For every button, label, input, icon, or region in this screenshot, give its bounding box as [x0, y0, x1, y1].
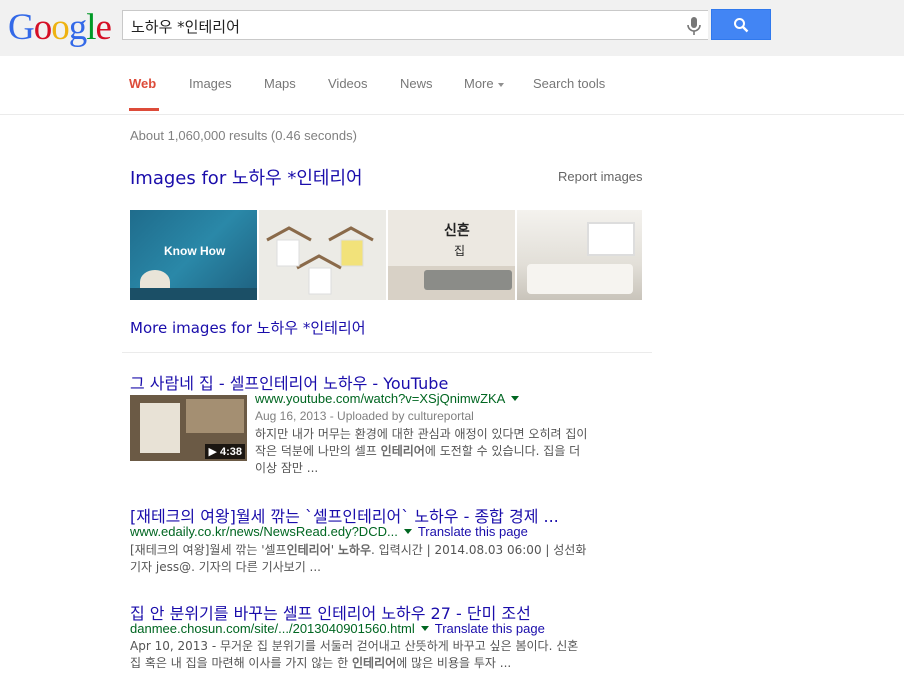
- result-url: www.youtube.com/watch?v=XSjQnimwZKA: [255, 391, 525, 406]
- translate-link[interactable]: Translate this page: [435, 621, 545, 636]
- search-box[interactable]: [122, 10, 708, 40]
- tab-more-label: More: [464, 76, 494, 91]
- snippet-line: 이상 잠만 ...: [255, 461, 319, 475]
- search-icon: [734, 18, 749, 33]
- dropdown-arrow-icon[interactable]: [511, 396, 520, 402]
- snippet-line: 작은 덕분에 나만의 셀프 인테리어에 도전할 수 있습니다. 집을 더: [255, 443, 655, 460]
- result-snippet: 하지만 내가 머무는 환경에 대한 관심과 애정이 있다면 오히려 집이 작은 …: [255, 426, 655, 477]
- thumbnail-caption: Know How: [164, 244, 226, 258]
- result-snippet: Apr 10, 2013 - 무거운 집 분위기를 서둘러 걷어내고 산뜻하게 …: [130, 638, 650, 672]
- more-images-link[interactable]: More images for 노하우 *인테리어: [130, 317, 366, 338]
- snippet-line: 집 혹은 내 집을 마련해 이사를 가지 않는 한 인테리어에 많은 비용을 투…: [130, 655, 650, 672]
- chevron-down-icon: [497, 82, 504, 87]
- tab-web[interactable]: Web: [129, 76, 156, 91]
- tab-images[interactable]: Images: [189, 76, 232, 91]
- active-tab-indicator: [129, 108, 159, 111]
- result-stats: About 1,060,000 results (0.46 seconds): [130, 128, 357, 143]
- search-tabs: Web Images Maps Videos News More Search …: [0, 56, 904, 115]
- report-images-link[interactable]: Report images: [558, 169, 643, 184]
- snippet-text: 에 많은 비용을 투자 ...: [396, 656, 512, 670]
- image-thumbnail[interactable]: [259, 210, 386, 300]
- sofa-shape: [424, 270, 512, 290]
- snippet-text: [재테크의 여왕]월세 깎는 '셀프: [130, 543, 287, 557]
- microphone-icon[interactable]: [684, 15, 704, 37]
- search-button[interactable]: [711, 9, 771, 40]
- tab-videos[interactable]: Videos: [328, 76, 368, 91]
- snippet-highlight: 인테리어: [380, 444, 425, 458]
- image-thumbnail[interactable]: [517, 210, 642, 300]
- snippet-highlight: 인테리어: [352, 656, 397, 670]
- thumbnail-floor: [130, 288, 257, 300]
- result-url: danmee.chosun.com/site/.../2013040901560…: [130, 621, 545, 636]
- tab-search-tools[interactable]: Search tools: [533, 76, 605, 91]
- top-bar: Google: [0, 0, 904, 56]
- video-scene: [140, 403, 180, 453]
- video-thumbnail[interactable]: ▶ 4:38: [130, 395, 247, 461]
- snippet-text: ': [330, 543, 338, 557]
- search-input[interactable]: [131, 16, 671, 36]
- hangers-illustration: [266, 226, 374, 295]
- divider: [122, 352, 652, 353]
- result-meta: Aug 16, 2013 - Uploaded by cultureportal: [255, 409, 474, 423]
- tab-maps[interactable]: Maps: [264, 76, 296, 91]
- bed-shape: [527, 264, 633, 294]
- result-url-text: www.edaily.co.kr/news/NewsRead.edy?DCD..…: [130, 524, 398, 539]
- snippet-line: 기자 jess@. 기자의 다른 기사보기 ...: [130, 560, 321, 574]
- snippet-text: . 입력시간 | 2014.08.03 06:00 | 성선화: [371, 543, 587, 557]
- images-header-link[interactable]: Images for 노하우 *인테리어: [130, 164, 363, 190]
- result-url-text: danmee.chosun.com/site/.../2013040901560…: [130, 621, 415, 636]
- result-url: www.edaily.co.kr/news/NewsRead.edy?DCD..…: [130, 524, 528, 539]
- snippet-highlight: 인테리어: [286, 543, 331, 557]
- image-thumbnail[interactable]: Know How: [130, 210, 257, 300]
- video-scene-2: [186, 399, 244, 433]
- snippet-text: 에 도전할 수 있습니다. 집을 더: [424, 444, 581, 458]
- snippet-line: 하지만 내가 머무는 환경에 대한 관심과 애정이 있다면 오히려 집이: [255, 427, 588, 441]
- translate-link[interactable]: Translate this page: [418, 524, 528, 539]
- thumbnail-caption: 신혼: [444, 223, 470, 239]
- window-shape: [587, 222, 635, 256]
- result-snippet: [재테크의 여왕]월세 깎는 '셀프인테리어' 노하우. 입력시간 | 2014…: [130, 542, 650, 576]
- snippet-highlight: 노하우: [337, 543, 372, 557]
- tab-more[interactable]: More: [464, 76, 504, 91]
- dropdown-arrow-icon[interactable]: [403, 529, 412, 535]
- video-duration-text: 4:38: [219, 446, 242, 458]
- snippet-line: Apr 10, 2013 - 무거운 집 분위기를 서둘러 걷어내고 산뜻하게 …: [130, 639, 579, 653]
- video-duration: ▶ 4:38: [205, 444, 245, 459]
- google-logo[interactable]: Google: [8, 6, 112, 50]
- thumbnail-caption-2: 집: [454, 244, 466, 258]
- result-url-text: www.youtube.com/watch?v=XSjQnimwZKA: [255, 391, 506, 406]
- snippet-line: [재테크의 여왕]월세 깎는 '셀프인테리어' 노하우. 입력시간 | 2014…: [130, 542, 650, 559]
- snippet-text: 집 혹은 내 집을 마련해 이사를 가지 않는 한: [130, 656, 353, 670]
- snippet-text: 작은 덕분에 나만의 셀프: [255, 444, 381, 458]
- tab-news[interactable]: News: [400, 76, 433, 91]
- dropdown-arrow-icon[interactable]: [420, 626, 429, 632]
- image-thumbnail[interactable]: 신혼 집: [388, 210, 515, 300]
